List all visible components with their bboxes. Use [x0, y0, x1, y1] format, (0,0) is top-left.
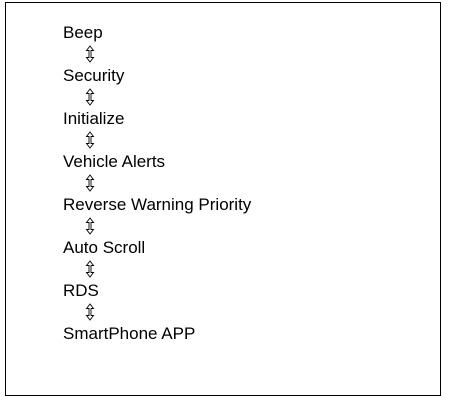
- menu-item-rds: RDS: [63, 281, 99, 300]
- menu-item-initialize: Initialize: [63, 109, 125, 128]
- up-down-arrow-icon: [84, 87, 96, 107]
- menu-item-smartphone-app: SmartPhone APP: [63, 324, 196, 343]
- menu-item-reverse-warning-priority: Reverse Warning Priority: [63, 195, 252, 214]
- up-down-arrow-icon: [84, 216, 96, 236]
- menu-item-security: Security: [63, 66, 125, 85]
- up-down-arrow-icon: [84, 302, 96, 322]
- menu-item-vehicle-alerts: Vehicle Alerts: [63, 152, 166, 171]
- menu-item-beep: Beep: [63, 23, 103, 42]
- menu-sequence: Beep Security Initialize Vehicle Alerts …: [63, 21, 251, 345]
- up-down-arrow-icon: [84, 259, 96, 279]
- up-down-arrow-icon: [84, 44, 96, 64]
- up-down-arrow-icon: [84, 130, 96, 150]
- menu-sequence-frame: Beep Security Initialize Vehicle Alerts …: [5, 2, 441, 396]
- menu-item-auto-scroll: Auto Scroll: [63, 238, 146, 257]
- up-down-arrow-icon: [84, 173, 96, 193]
